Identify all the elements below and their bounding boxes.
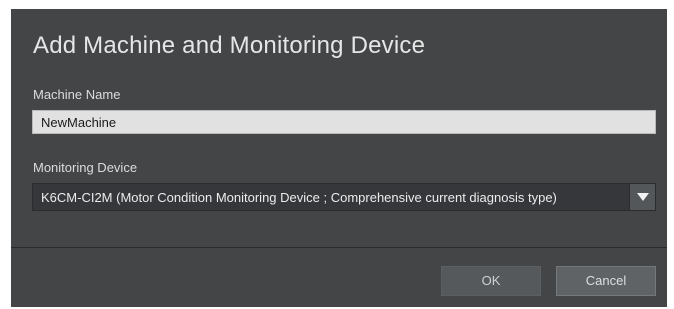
- add-machine-dialog: Add Machine and Monitoring Device Machin…: [11, 9, 667, 307]
- monitoring-device-value: K6CM-CI2M (Motor Condition Monitoring De…: [41, 190, 557, 205]
- machine-name-input[interactable]: [32, 110, 656, 134]
- dropdown-button[interactable]: [629, 184, 655, 210]
- ok-button[interactable]: OK: [441, 266, 541, 296]
- monitoring-device-select[interactable]: K6CM-CI2M (Motor Condition Monitoring De…: [32, 183, 656, 211]
- cancel-button[interactable]: Cancel: [556, 266, 656, 296]
- dialog-title: Add Machine and Monitoring Device: [33, 32, 426, 59]
- triangle-down-icon: [637, 193, 649, 201]
- footer-divider: [11, 247, 667, 248]
- monitoring-device-label: Monitoring Device: [33, 160, 138, 175]
- machine-name-label: Machine Name: [33, 87, 121, 102]
